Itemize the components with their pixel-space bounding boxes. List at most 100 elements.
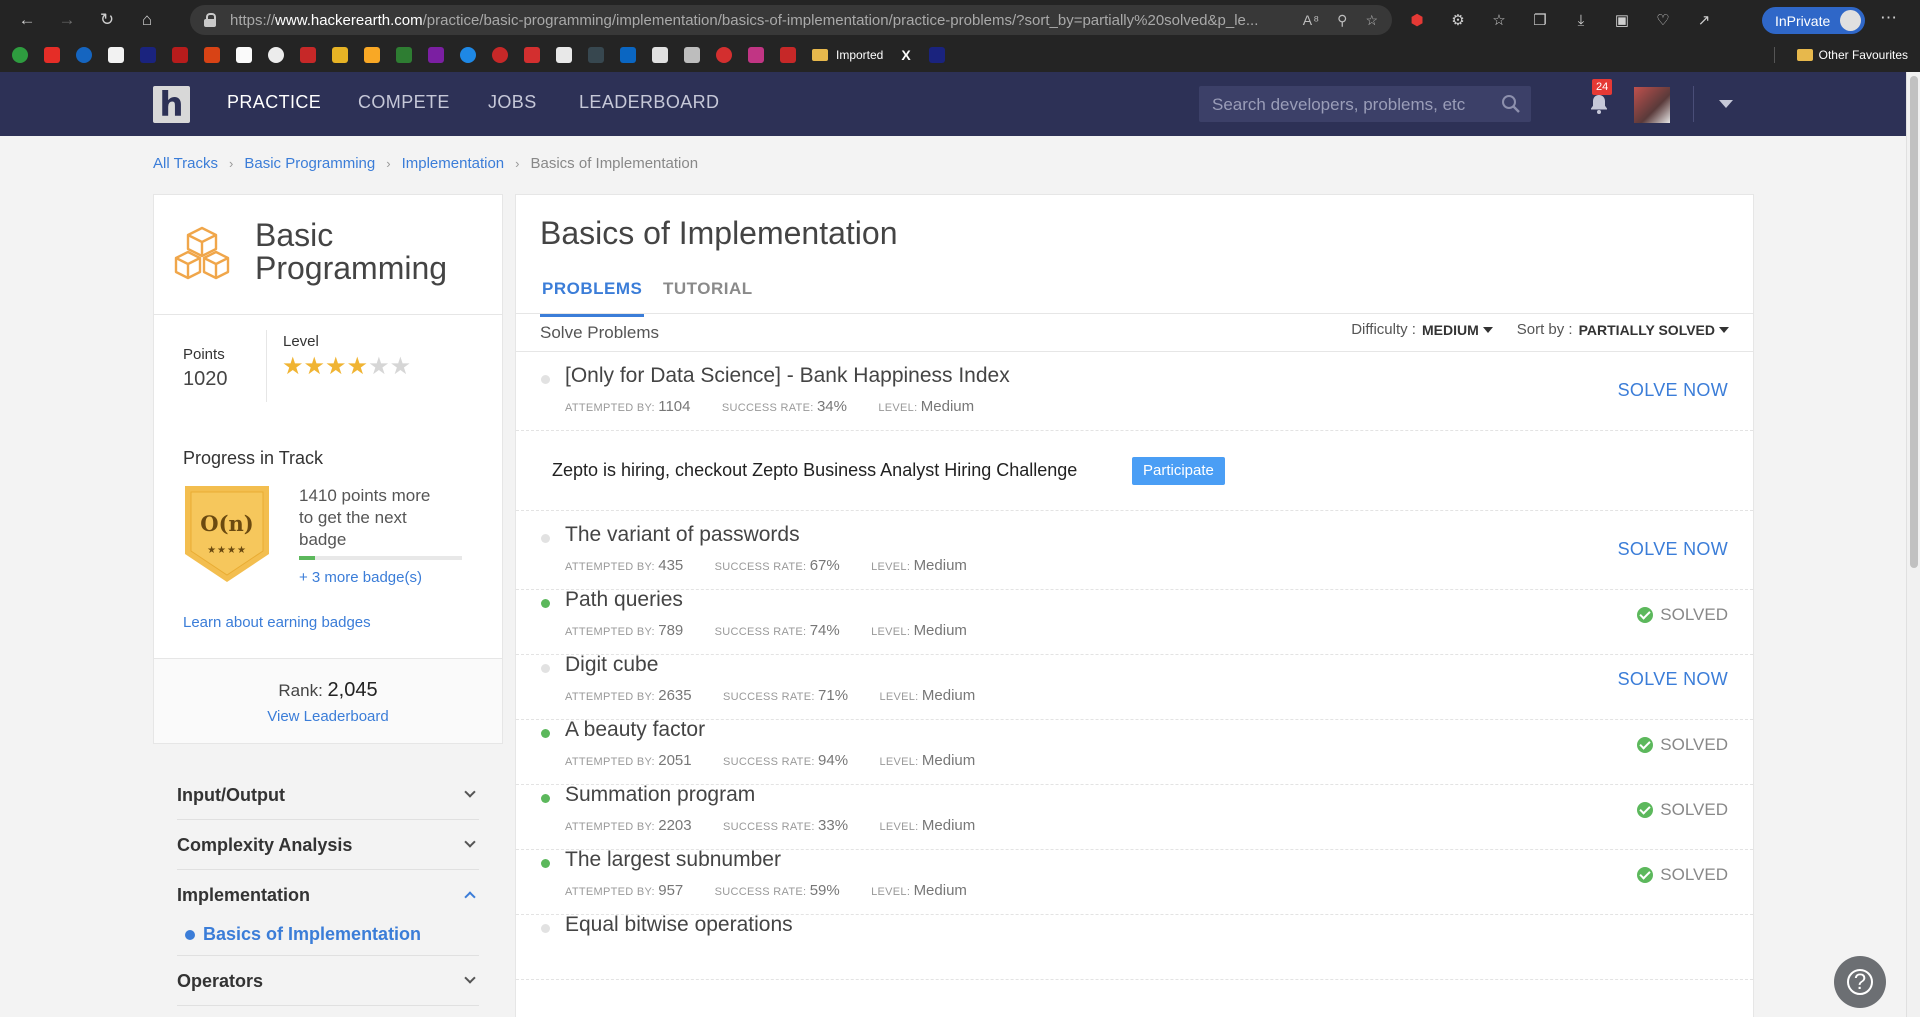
subtopic-basics-of-implementation[interactable]: Basics of Implementation (185, 924, 421, 945)
attempted-label: ATTEMPTED BY: (565, 756, 655, 768)
sort-dropdown[interactable]: PARTIALLY SOLVED (1579, 322, 1715, 338)
favourites-icon[interactable]: ☆ (1487, 8, 1511, 32)
nav-leaderboard[interactable]: LEADERBOARD (579, 92, 719, 113)
inprivate-button[interactable]: InPrivate (1762, 7, 1865, 34)
browser-menu-icon[interactable]: ⋯ (1880, 8, 1897, 28)
bookmark-gmail-icon[interactable] (300, 47, 316, 63)
collections-icon[interactable]: ❐ (1528, 8, 1552, 32)
unsolved-dot-icon (541, 534, 550, 543)
read-aloud-icon[interactable]: A ⁸ (1303, 12, 1319, 28)
bookmark-youtube-icon[interactable] (44, 47, 60, 63)
solve-now-button[interactable]: SOLVE NOW (1618, 539, 1728, 560)
favourite-add-icon[interactable]: ☆ (1365, 12, 1378, 29)
reload-icon[interactable]: ↻ (92, 5, 122, 35)
bell-icon[interactable] (1587, 92, 1611, 116)
bookmark-netflix-icon[interactable] (172, 47, 188, 63)
caret-down-icon[interactable] (1482, 326, 1493, 333)
topic-operators[interactable]: Operators (177, 956, 479, 1006)
bookmark-site-icon[interactable] (716, 47, 732, 63)
difficulty-label: Difficulty : (1351, 321, 1416, 338)
bookmark-site-icon[interactable] (140, 47, 156, 63)
topic-complexity-analysis[interactable]: Complexity Analysis (177, 820, 479, 870)
breadcrumb-basic-programming[interactable]: Basic Programming (244, 155, 375, 172)
bookmark-quora-icon[interactable] (204, 47, 220, 63)
bookmark-site-icon[interactable] (928, 47, 945, 63)
search-input[interactable]: Search developers, problems, etc (1199, 86, 1531, 122)
tab-problems[interactable]: PROBLEMS (540, 279, 645, 317)
problem-title[interactable]: A beauty factor (565, 718, 705, 742)
back-arrow-icon[interactable]: ← (12, 5, 42, 35)
track-card: Basic Programming Points 1020 Level ★★★★… (153, 194, 503, 744)
extensions-icon[interactable]: ⚙ (1446, 8, 1470, 32)
problem-title[interactable]: Digit cube (565, 653, 658, 677)
breadcrumb-implementation[interactable]: Implementation (402, 155, 505, 172)
bookmark-docs-icon[interactable] (652, 47, 668, 63)
problem-title[interactable]: The variant of passwords (565, 523, 800, 547)
screenshot-icon[interactable]: ▣ (1610, 8, 1634, 32)
other-favourites[interactable]: Other Favourites (1796, 42, 1908, 68)
nav-jobs[interactable]: JOBS (488, 92, 537, 113)
problem-title[interactable]: [Only for Data Science] - Bank Happiness… (565, 364, 1010, 388)
caret-down-icon[interactable] (1719, 326, 1729, 333)
topic-input-output[interactable]: Input/Output (177, 770, 479, 820)
scrollbar-thumb[interactable] (1910, 76, 1918, 568)
bookmark-imported[interactable]: Imported (836, 48, 883, 62)
bookmark-site-icon[interactable] (556, 47, 572, 63)
solve-now-button[interactable]: SOLVE NOW (1618, 669, 1728, 690)
problem-title[interactable]: The largest subnumber (565, 848, 781, 872)
bookmark-site-icon[interactable] (428, 47, 444, 63)
breadcrumb-all-tracks[interactable]: All Tracks (153, 155, 218, 172)
bookmark-site-icon[interactable] (332, 47, 348, 63)
share-icon[interactable]: ↗ (1692, 8, 1716, 32)
forward-arrow-icon[interactable]: → (52, 5, 82, 35)
problem-title[interactable]: Summation program (565, 783, 755, 807)
help-button[interactable]: ? (1834, 956, 1886, 1008)
more-badges-link[interactable]: + 3 more badge(s) (299, 569, 422, 586)
bookmark-site-icon[interactable] (684, 47, 700, 63)
avatar[interactable] (1634, 87, 1670, 123)
topic-label: Complexity Analysis (177, 835, 353, 855)
zoom-icon[interactable]: ⚲ (1337, 12, 1347, 29)
bookmark-site-icon[interactable] (396, 47, 412, 63)
learn-badges-link[interactable]: Learn about earning badges (183, 614, 371, 631)
bookmark-site-icon[interactable] (524, 47, 540, 63)
bookmark-site-icon[interactable] (780, 47, 796, 63)
bookmark-linkedin-icon[interactable] (620, 47, 636, 63)
nav-compete[interactable]: COMPETE (358, 92, 450, 113)
address-bar[interactable]: https:// www.hackerearth.com /practice/b… (190, 5, 1392, 35)
bookmark-instagram-icon[interactable] (748, 47, 764, 63)
downloads-icon[interactable]: ⤓ (1569, 8, 1593, 32)
solved-status: SOLVED (1637, 865, 1728, 885)
chevron-down-icon[interactable] (1719, 100, 1733, 108)
bookmark-codechef-icon[interactable] (460, 47, 476, 63)
extension-adblock-icon[interactable]: ⬢ (1405, 8, 1429, 32)
star-filled-icon: ★ (282, 353, 304, 380)
difficulty-dropdown[interactable]: MEDIUM (1422, 322, 1479, 338)
page-scrollbar[interactable] (1906, 72, 1920, 1017)
hackerearth-logo[interactable]: h (153, 86, 190, 124)
bookmark-github-icon[interactable] (268, 47, 284, 63)
home-icon[interactable]: ⌂ (132, 5, 162, 35)
view-leaderboard-link[interactable]: View Leaderboard (267, 708, 388, 725)
browser-essentials-icon[interactable]: ♡ (1651, 8, 1675, 32)
bookmark-f-icon[interactable] (236, 47, 252, 63)
search-icon[interactable] (1501, 94, 1521, 114)
bookmark-video-icon[interactable] (76, 47, 92, 63)
problem-row[interactable]: [Only for Data Science] - Bank Happiness… (516, 352, 1753, 431)
bookmark-amazon-icon[interactable] (108, 47, 124, 63)
tab-tutorial[interactable]: TUTORIAL (663, 279, 753, 317)
bookmark-site-icon[interactable] (364, 47, 380, 63)
bookmark-x[interactable]: X (901, 47, 910, 63)
problem-title[interactable]: Path queries (565, 588, 683, 612)
nav-practice[interactable]: PRACTICE (227, 92, 321, 113)
bookmark-site-icon[interactable] (492, 47, 508, 63)
page-title: Basics of Implementation (540, 215, 898, 251)
solve-now-button[interactable]: SOLVE NOW (1618, 380, 1728, 401)
header-divider (1693, 86, 1694, 122)
problem-title[interactable]: Equal bitwise operations (565, 913, 793, 937)
problem-row[interactable]: Equal bitwise operations (516, 901, 1753, 980)
topic-implementation[interactable]: Implementation Basics of Implementation (177, 870, 479, 956)
participate-button[interactable]: Participate (1132, 457, 1225, 485)
bookmark-whatsapp-icon[interactable] (12, 47, 28, 63)
bookmark-site-icon[interactable] (588, 47, 604, 63)
